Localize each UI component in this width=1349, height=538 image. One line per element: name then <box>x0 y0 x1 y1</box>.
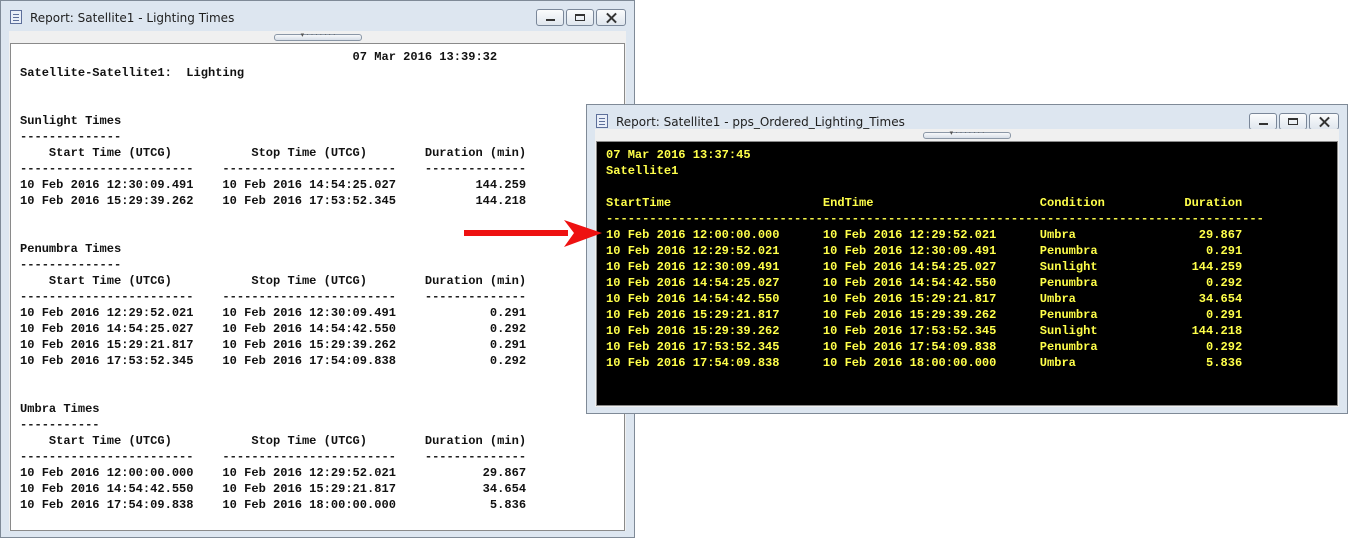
report-line: 10 Feb 2016 14:54:42.550 10 Feb 2016 15:… <box>20 482 527 496</box>
report-line: 10 Feb 2016 17:53:52.345 10 Feb 2016 17:… <box>606 340 1243 354</box>
report-line <box>20 97 526 113</box>
window-title: Report: Satellite1 - pps_Ordered_Lightin… <box>616 115 905 129</box>
ordered-lighting-report[interactable]: 07 Mar 2016 13:37:45 Satellite1 StartTime… <box>596 141 1338 406</box>
report-line: Start Time (UTCG) Stop Time (UTCG) Durat… <box>20 146 527 160</box>
lighting-times-window: Report: Satellite1 - Lighting Times 07 M… <box>0 0 635 538</box>
ordered-lighting-times-window: Report: Satellite1 - pps_Ordered_Lightin… <box>586 104 1348 414</box>
report-line: Start Time (UTCG) Stop Time (UTCG) Durat… <box>20 434 527 448</box>
report-line <box>20 209 526 225</box>
close-button[interactable] <box>1309 113 1339 130</box>
report-line: ----------- <box>20 418 100 432</box>
minimize-button[interactable] <box>536 9 564 26</box>
report-line: 10 Feb 2016 17:53:52.345 10 Feb 2016 17:… <box>20 354 527 368</box>
report-line: Sunlight Times <box>20 114 122 128</box>
report-line: 10 Feb 2016 12:30:09.491 10 Feb 2016 14:… <box>20 178 527 192</box>
report-line: 07 Mar 2016 13:37:45 <box>606 148 751 162</box>
report-line <box>20 385 526 401</box>
window-title: Report: Satellite1 - Lighting Times <box>30 11 235 25</box>
report-line <box>20 81 526 97</box>
report-line: 10 Feb 2016 15:29:21.817 10 Feb 2016 15:… <box>20 338 527 352</box>
lighting-times-report[interactable]: 07 Mar 2016 13:39:32 Satellite-Satellite1… <box>10 43 625 531</box>
report-line <box>606 179 1264 195</box>
maximize-button[interactable] <box>1279 113 1307 130</box>
report-line: 10 Feb 2016 17:54:09.838 10 Feb 2016 18:… <box>20 498 527 512</box>
window-controls <box>1247 113 1339 130</box>
report-line: ------------------------ ---------------… <box>20 290 527 304</box>
close-button[interactable] <box>596 9 626 26</box>
report-line: 10 Feb 2016 17:54:09.838 10 Feb 2016 18:… <box>606 356 1243 370</box>
report-line: 10 Feb 2016 15:29:39.262 10 Feb 2016 17:… <box>20 194 527 208</box>
report-line: ------------------------ ---------------… <box>20 450 527 464</box>
report-line: 07 Mar 2016 13:39:32 <box>20 50 498 64</box>
report-line: Penumbra Times <box>20 242 122 256</box>
report-line <box>20 225 526 241</box>
splitter-handle[interactable] <box>923 129 1011 139</box>
report-line: Satellite-Satellite1: Lighting <box>20 66 245 80</box>
report-line: 10 Feb 2016 12:00:00.000 10 Feb 2016 12:… <box>606 228 1243 242</box>
maximize-button[interactable] <box>566 9 594 26</box>
report-line: ------------------------ ---------------… <box>20 162 527 176</box>
ordered-lighting-client: 07 Mar 2016 13:37:45 Satellite1 StartTime… <box>595 129 1339 407</box>
report-line: 10 Feb 2016 14:54:25.027 10 Feb 2016 14:… <box>20 322 527 336</box>
report-document-icon <box>10 10 22 24</box>
report-line: 10 Feb 2016 12:29:52.021 10 Feb 2016 12:… <box>606 244 1243 258</box>
report-line: 10 Feb 2016 12:29:52.021 10 Feb 2016 12:… <box>20 306 527 320</box>
report-line: Satellite1 <box>606 164 679 178</box>
report-document-icon <box>596 114 608 128</box>
report-text: 07 Mar 2016 13:37:45 Satellite1 StartTime… <box>606 147 1264 371</box>
minimize-button[interactable] <box>1249 113 1277 130</box>
report-line: Umbra Times <box>20 402 100 416</box>
report-line: 10 Feb 2016 12:30:09.491 10 Feb 2016 14:… <box>606 260 1243 274</box>
report-line: 10 Feb 2016 15:29:39.262 10 Feb 2016 17:… <box>606 324 1243 338</box>
report-line: -------------- <box>20 258 122 272</box>
red-arrow-icon <box>464 220 602 247</box>
report-line: ----------------------------------------… <box>606 212 1264 226</box>
report-line: StartTime EndTime Condition Duration <box>606 196 1243 210</box>
report-line: Start Time (UTCG) Stop Time (UTCG) Durat… <box>20 274 527 288</box>
report-text: 07 Mar 2016 13:39:32 Satellite-Satellite1… <box>20 49 526 513</box>
report-line: 10 Feb 2016 15:29:21.817 10 Feb 2016 15:… <box>606 308 1243 322</box>
report-line: -------------- <box>20 130 122 144</box>
lighting-times-client: 07 Mar 2016 13:39:32 Satellite-Satellite1… <box>9 31 626 531</box>
splitter-handle[interactable] <box>274 31 362 41</box>
report-line: 10 Feb 2016 14:54:25.027 10 Feb 2016 14:… <box>606 276 1243 290</box>
window-controls <box>534 9 626 26</box>
report-line: 10 Feb 2016 14:54:42.550 10 Feb 2016 15:… <box>606 292 1243 306</box>
report-line: 10 Feb 2016 12:00:00.000 10 Feb 2016 12:… <box>20 466 527 480</box>
lighting-times-titlebar[interactable]: Report: Satellite1 - Lighting Times <box>1 1 634 31</box>
report-line <box>20 369 526 385</box>
